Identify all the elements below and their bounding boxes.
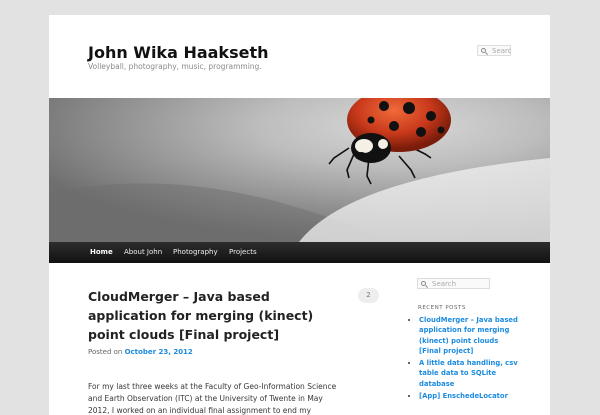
recent-post-link[interactable]: [App] EnschedeLocator	[419, 392, 508, 400]
post-title[interactable]: CloudMerger – Java based application for…	[88, 287, 346, 344]
search-icon	[421, 281, 426, 286]
comments-link[interactable]: 2	[358, 288, 379, 303]
page: John Wika Haakseth Volleyball, photograp…	[49, 15, 550, 415]
nav-item-home[interactable]: Home	[90, 248, 113, 256]
recent-post-link[interactable]: A little data handling, csv table data t…	[419, 359, 518, 388]
header-search-placeholder: Search	[492, 47, 511, 55]
post-meta: Posted on October 23, 2012	[88, 348, 193, 356]
comment-count: 2	[366, 291, 371, 299]
header-image[interactable]	[49, 98, 550, 242]
site-description: Volleyball, photography, music, programm…	[88, 62, 262, 71]
post-date-link[interactable]: October 23, 2012	[125, 348, 193, 356]
ladybug-photo	[49, 98, 550, 242]
search-icon	[481, 48, 486, 53]
header-search-input[interactable]: Search	[477, 45, 511, 56]
recent-post-link[interactable]: CloudMerger – Java based application for…	[419, 316, 518, 355]
main-navigation: Home About John Photography Projects	[49, 242, 550, 263]
posted-on-label: Posted on	[88, 348, 123, 356]
site-title[interactable]: John Wika Haakseth	[88, 43, 268, 62]
sidebar-search-input[interactable]: Search	[417, 278, 490, 289]
recent-posts-heading: RECENT POSTS	[418, 305, 466, 311]
nav-item-about-john[interactable]: About John	[124, 248, 162, 256]
sidebar-search-placeholder: Search	[432, 280, 457, 288]
list-item: CloudMerger – Java based application for…	[419, 315, 519, 356]
nav-item-photography[interactable]: Photography	[173, 248, 218, 256]
post-excerpt: For my last three weeks at the Faculty o…	[88, 382, 337, 415]
nav-item-projects[interactable]: Projects	[229, 248, 257, 256]
recent-posts-list: CloudMerger – Java based application for…	[410, 315, 519, 403]
list-item: A little data handling, csv table data t…	[419, 358, 519, 389]
